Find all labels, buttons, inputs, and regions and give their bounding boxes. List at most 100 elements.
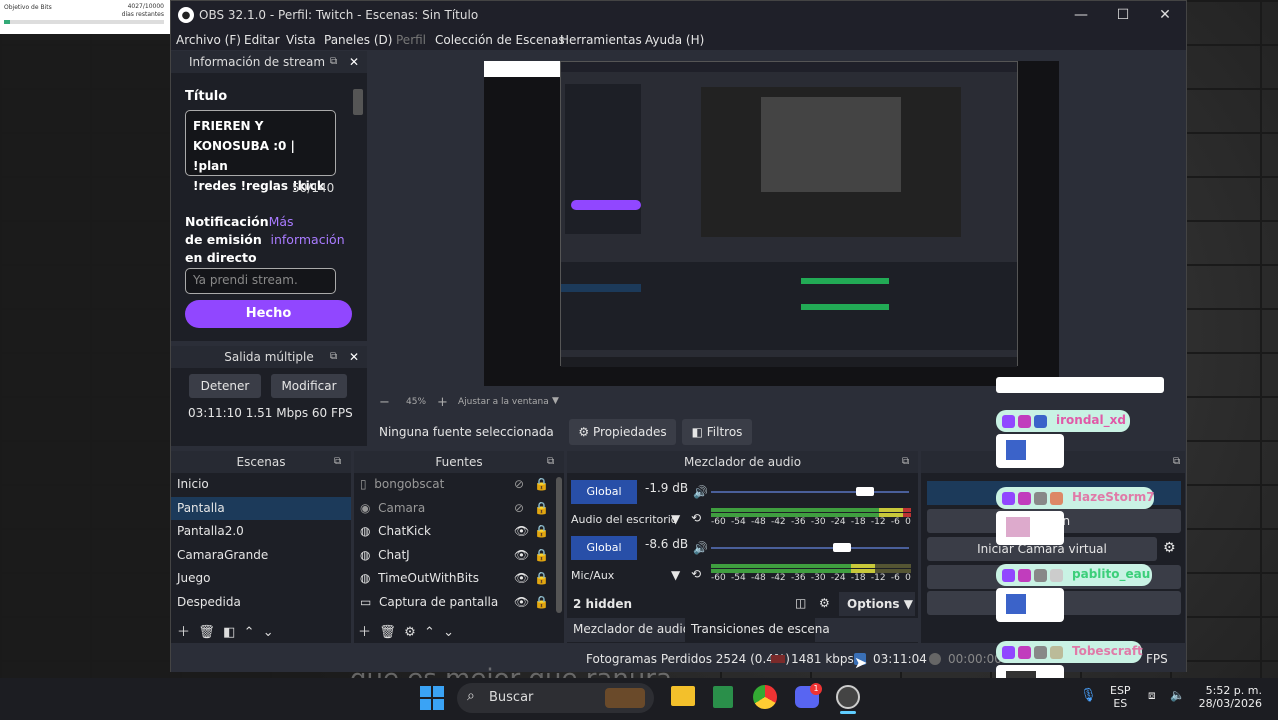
add-scene-icon[interactable]: ＋ [177, 625, 190, 640]
lock-icon[interactable]: 🔒 [534, 497, 549, 521]
close-dock-icon[interactable]: ✕ [349, 346, 359, 368]
eye-icon[interactable]: 👁 [514, 520, 529, 544]
obs-taskbar-icon[interactable] [836, 685, 860, 709]
zoom-out-button[interactable]: − [379, 395, 390, 410]
scene-item-selected[interactable]: Pantalla [171, 496, 351, 520]
scene-item[interactable]: Pantalla2.0 [171, 520, 351, 544]
virtual-camera-settings-icon[interactable]: ⚙ [1163, 540, 1176, 556]
float-dock-icon[interactable]: ⧉ [547, 451, 554, 473]
zoom-in-button[interactable]: + [437, 395, 448, 410]
move-down-icon[interactable]: ⌄ [443, 625, 454, 640]
volume-tray-icon[interactable]: 🔈 [1170, 688, 1185, 702]
chrome-icon[interactable] [753, 685, 777, 709]
move-up-icon[interactable]: ⌃ [424, 625, 435, 640]
channel-menu-icon[interactable]: ▼ [671, 568, 680, 582]
menu-paneles[interactable]: Paneles (D) [324, 33, 392, 47]
volume-slider-handle[interactable] [832, 543, 851, 552]
modify-button[interactable]: Modificar [271, 374, 347, 398]
volume-slider-handle[interactable] [856, 487, 875, 496]
scene-item[interactable]: CamaraGrande [171, 544, 351, 568]
mixer-settings-icon[interactable]: ⚙ [819, 596, 830, 610]
network-icon[interactable]: ⧈ [1148, 688, 1156, 703]
source-item[interactable]: ◍ ChatKick 👁 🔒 [354, 520, 564, 544]
taskbar-search[interactable]: ⌕ Buscar [457, 683, 654, 713]
chat-username: Tobescraft [1072, 644, 1143, 658]
clock[interactable]: 5:52 p. m. 28/03/2026 [1196, 684, 1262, 710]
menu-coleccion[interactable]: Colección de Escenas [435, 33, 565, 47]
title-bar[interactable]: ● OBS 32.1.0 - Perfil: Twitch - Escenas:… [171, 1, 1186, 30]
audio-settings-icon[interactable]: ⟲ [691, 567, 701, 581]
properties-button[interactable]: ⚙ Propiedades [569, 419, 676, 445]
source-item[interactable]: ▯ bongobscat ⊘ 🔒 [354, 473, 564, 497]
program-preview[interactable] [484, 61, 1059, 386]
done-button[interactable]: Hecho [185, 300, 352, 328]
fit-dropdown-icon[interactable]: ▼ [552, 396, 559, 406]
scene-item[interactable]: Inicio [171, 473, 351, 497]
add-source-icon[interactable]: ＋ [358, 625, 371, 640]
stop-button[interactable]: Detener [189, 374, 261, 398]
lock-icon[interactable]: 🔒 [534, 520, 549, 544]
minimize-button[interactable]: — [1061, 5, 1101, 25]
menu-herramientas[interactable]: Herramientas [560, 33, 642, 47]
channel-menu-icon[interactable]: ▼ [671, 512, 680, 526]
source-item[interactable]: ▭ Captura de pantalla 👁 🔒 [354, 591, 564, 615]
hidden-eye-icon[interactable]: ⊘ [514, 473, 524, 497]
notification-input[interactable]: Ya prendi stream. [185, 268, 336, 294]
scene-item[interactable]: Juego [171, 567, 351, 591]
remove-source-icon[interactable]: 🗑 [379, 625, 396, 640]
source-item[interactable]: ◉ Camara ⊘ 🔒 [354, 497, 564, 521]
lock-icon[interactable]: 🔒 [534, 567, 549, 591]
volume-icon[interactable]: 🔊 [693, 485, 708, 499]
more-info-link-2[interactable]: información [271, 232, 345, 247]
source-item[interactable]: ◍ ChatJ 👁 🔒 [354, 544, 564, 568]
file-explorer-icon[interactable] [671, 686, 695, 706]
menu-ayuda[interactable]: Ayuda (H) [645, 33, 704, 47]
eye-icon[interactable]: 👁 [514, 544, 529, 568]
store-app-icon[interactable] [713, 686, 733, 708]
move-down-icon[interactable]: ⌄ [263, 625, 274, 640]
language-indicator[interactable]: ESP ES [1110, 684, 1131, 710]
float-dock-icon[interactable]: ⧉ [334, 451, 341, 473]
options-button[interactable]: Options ▼ [839, 592, 915, 616]
stream-title-input[interactable]: FRIEREN Y KONOSUBA :0 | !plan !redes !re… [185, 110, 336, 193]
eye-icon[interactable]: 👁 [514, 591, 529, 615]
stream-info-scrollbar[interactable] [353, 89, 363, 115]
sources-scrollbar[interactable] [556, 477, 562, 613]
hidden-eye-icon[interactable]: ⊘ [514, 497, 524, 521]
lock-icon[interactable]: 🔒 [534, 591, 549, 615]
close-button[interactable]: ✕ [1145, 5, 1185, 25]
menu-perfil[interactable]: Perfil [396, 33, 426, 47]
filters-button[interactable]: ◧ Filtros [682, 419, 752, 445]
global-badge[interactable]: Global [571, 536, 637, 560]
move-up-icon[interactable]: ⌃ [244, 625, 255, 640]
maximize-button[interactable]: ☐ [1103, 5, 1143, 25]
layout-icon[interactable]: ◫ [795, 596, 806, 610]
menu-vista[interactable]: Vista [286, 33, 316, 47]
windows-start-icon[interactable] [420, 686, 444, 710]
float-dock-icon[interactable]: ⧉ [1173, 451, 1180, 473]
eye-icon[interactable]: 👁 [514, 567, 529, 591]
float-dock-icon[interactable]: ⧉ [330, 346, 337, 368]
remove-scene-icon[interactable]: 🗑 [198, 625, 215, 640]
source-settings-icon[interactable]: ⚙ [404, 625, 416, 640]
close-dock-icon[interactable]: ✕ [349, 51, 359, 73]
microphone-icon[interactable]: 🎙 [1080, 688, 1097, 703]
float-dock-icon[interactable]: ⧉ [330, 51, 337, 73]
scene-filters-icon[interactable]: ◧ [223, 625, 235, 640]
volume-slider-track[interactable] [711, 491, 909, 493]
hidden-count[interactable]: 2 hidden [573, 597, 632, 611]
lock-icon[interactable]: 🔒 [534, 544, 549, 568]
tab-mixer[interactable]: Mezclador de audio [573, 622, 690, 636]
menu-editar[interactable]: Editar [244, 33, 280, 47]
source-item[interactable]: ◍ TimeOutWithBits 👁 🔒 [354, 567, 564, 591]
lock-icon[interactable]: 🔒 [534, 473, 549, 497]
scene-item[interactable]: Despedida [171, 591, 351, 615]
more-info-link-1[interactable]: Más [269, 214, 294, 229]
volume-icon[interactable]: 🔊 [693, 541, 708, 555]
tab-transitions[interactable]: Transiciones de escena [691, 622, 830, 636]
float-dock-icon[interactable]: ⧉ [902, 451, 909, 473]
global-badge[interactable]: Global [571, 480, 637, 504]
volume-slider-track[interactable] [711, 547, 909, 549]
menu-archivo[interactable]: Archivo (F) [176, 33, 241, 47]
audio-settings-icon[interactable]: ⟲ [691, 511, 701, 525]
